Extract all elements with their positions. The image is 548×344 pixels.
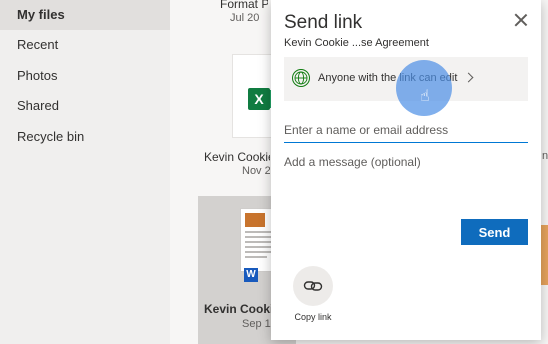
- send-link-dialog: Send link Kevin Cookie ...se Agreement A…: [271, 0, 541, 340]
- left-nav: My files Recent Photos Shared Recycle bi…: [0, 0, 170, 344]
- file-thumbnail-clipped[interactable]: [540, 225, 548, 285]
- nav-item-photos[interactable]: Photos: [0, 61, 170, 91]
- nav-item-my-files[interactable]: My files: [0, 0, 170, 30]
- file-name[interactable]: Kevin Cookie: [204, 302, 272, 316]
- file-name-label: Kevin Cookie ...se Agreement: [284, 37, 429, 49]
- globe-icon: [292, 69, 310, 87]
- nav-item-recycle-bin[interactable]: Recycle bin: [0, 122, 170, 152]
- excel-icon: X: [248, 88, 278, 110]
- word-icon: W: [244, 268, 258, 282]
- recipient-input[interactable]: [284, 118, 528, 143]
- file-name[interactable]: Format Pa: [220, 0, 268, 11]
- nav-item-recent[interactable]: Recent: [0, 30, 170, 60]
- message-input[interactable]: [284, 155, 528, 205]
- send-button[interactable]: Send: [461, 219, 528, 245]
- copy-link-button[interactable]: [293, 266, 333, 306]
- close-icon[interactable]: [513, 12, 529, 28]
- link-icon: [303, 281, 323, 291]
- clipped-file-text: n: [542, 150, 548, 162]
- dialog-title: Send link: [284, 12, 363, 33]
- file-date: Jul 20: [230, 12, 260, 24]
- chevron-right-icon: [463, 72, 474, 83]
- file-date: Nov 2: [242, 165, 270, 177]
- nav-item-shared[interactable]: Shared: [0, 91, 170, 121]
- file-name[interactable]: Kevin Cookie: [204, 150, 270, 164]
- copy-link-label: Copy link: [294, 312, 332, 322]
- hand-cursor-icon: ☝: [420, 88, 430, 105]
- file-date: Sep 1: [242, 318, 271, 330]
